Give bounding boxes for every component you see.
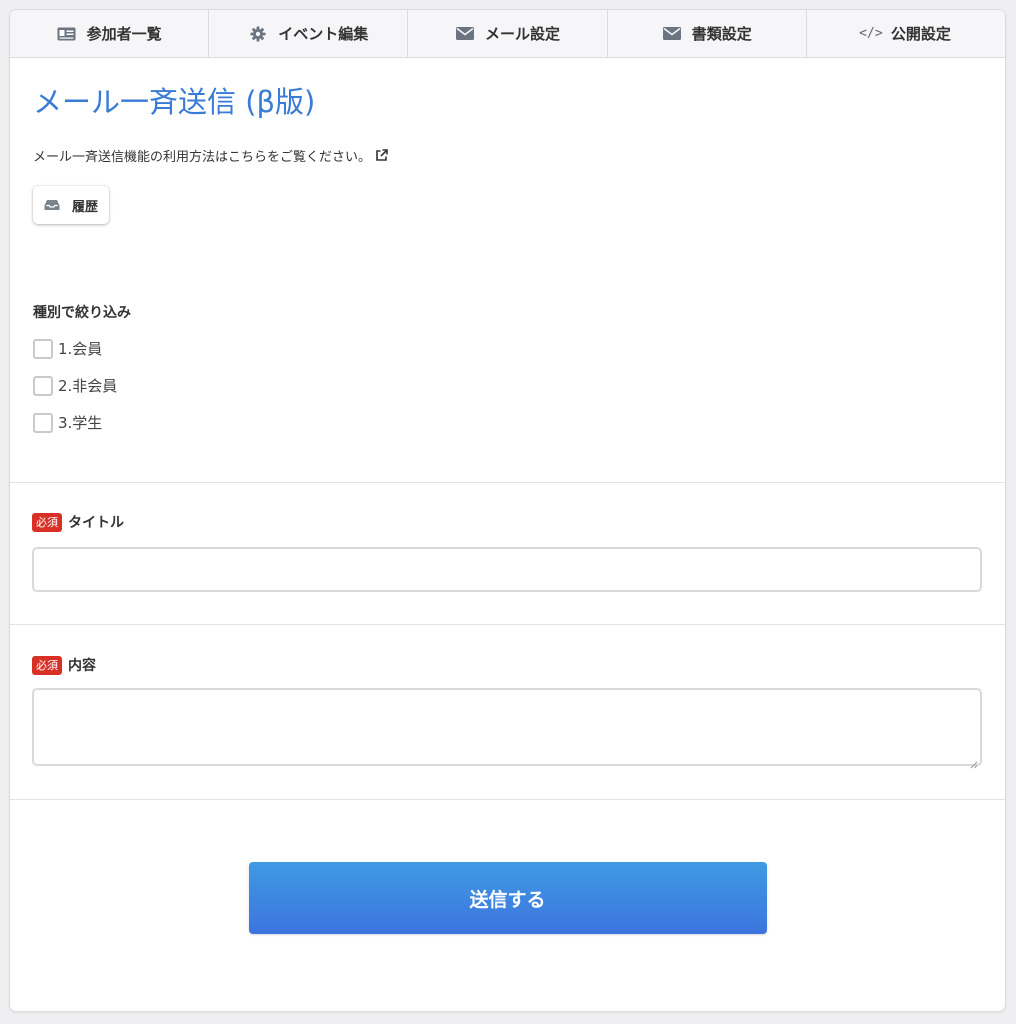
title-input[interactable] <box>32 547 982 592</box>
help-text: メール一斉送信機能の利用方法はこちらをご覧ください。 <box>33 150 372 165</box>
student-checkbox[interactable] <box>33 412 53 433</box>
resize-grip-icon[interactable] <box>970 754 978 769</box>
checkbox-label: 2.非会員 <box>58 377 118 395</box>
history-button-label: 履歴 <box>72 199 99 215</box>
filter-label: 種別で絞り込み <box>33 305 131 321</box>
checkbox-label: 1.会員 <box>58 340 103 358</box>
tab-bar: 参加者一覧 イベント編集 メール設定 書類設定 </> 公開設定 <box>10 10 1005 58</box>
filter-option-non-member: 2.非会員 <box>33 375 982 396</box>
send-button[interactable]: 送信する <box>248 862 767 934</box>
submit-area: 送信する <box>10 800 1005 934</box>
tab-label: イベント編集 <box>278 25 369 43</box>
tab-event-edit[interactable]: イベント編集 <box>209 10 409 57</box>
required-badge: 必須 <box>32 512 62 532</box>
inbox-icon <box>44 199 60 211</box>
body-label: 内容 <box>68 658 96 674</box>
title-section: 必須 タイトル <box>10 483 1005 625</box>
checkbox-label: 3.学生 <box>58 414 103 432</box>
filter-option-member: 1.会員 <box>33 338 982 359</box>
code-icon: </> <box>859 26 883 41</box>
required-badge: 必須 <box>32 655 62 675</box>
tab-label: メール設定 <box>485 25 561 43</box>
body-field-label: 必須 内容 <box>32 655 983 675</box>
envelope-icon <box>455 26 475 42</box>
body-textarea[interactable] <box>32 688 982 766</box>
gear-icon <box>248 26 268 42</box>
external-link-icon <box>375 149 388 162</box>
filter-option-student: 3.学生 <box>33 412 982 433</box>
tab-mail-settings[interactable]: メール設定 <box>408 10 608 57</box>
main-card: 参加者一覧 イベント編集 メール設定 書類設定 </> 公開設定 メール一斉送信… <box>10 10 1005 1011</box>
member-checkbox[interactable] <box>33 338 53 359</box>
tab-publish-settings[interactable]: </> 公開設定 <box>807 10 1005 57</box>
envelope-icon <box>662 26 682 42</box>
id-card-icon <box>57 26 77 42</box>
tab-label: 公開設定 <box>890 25 951 43</box>
tab-label: 参加者一覧 <box>86 25 162 43</box>
tab-document-settings[interactable]: 書類設定 <box>608 10 807 57</box>
tab-participants[interactable]: 参加者一覧 <box>10 10 210 57</box>
title-label: タイトル <box>68 515 124 531</box>
history-button[interactable]: 履歴 <box>33 186 109 224</box>
help-link[interactable]: メール一斉送信機能の利用方法はこちらをご覧ください。 <box>33 146 982 165</box>
title-field-label: 必須 タイトル <box>32 512 983 532</box>
filter-section: メール一斉送信 (β版) メール一斉送信機能の利用方法はこちらをご覧ください。 … <box>10 58 1005 483</box>
body-textarea-wrap <box>32 688 982 769</box>
body-section: 必須 内容 <box>10 625 1005 800</box>
tab-label: 書類設定 <box>691 25 752 43</box>
non-member-checkbox[interactable] <box>33 375 53 396</box>
page-title: メール一斉送信 (β版) <box>33 85 316 119</box>
